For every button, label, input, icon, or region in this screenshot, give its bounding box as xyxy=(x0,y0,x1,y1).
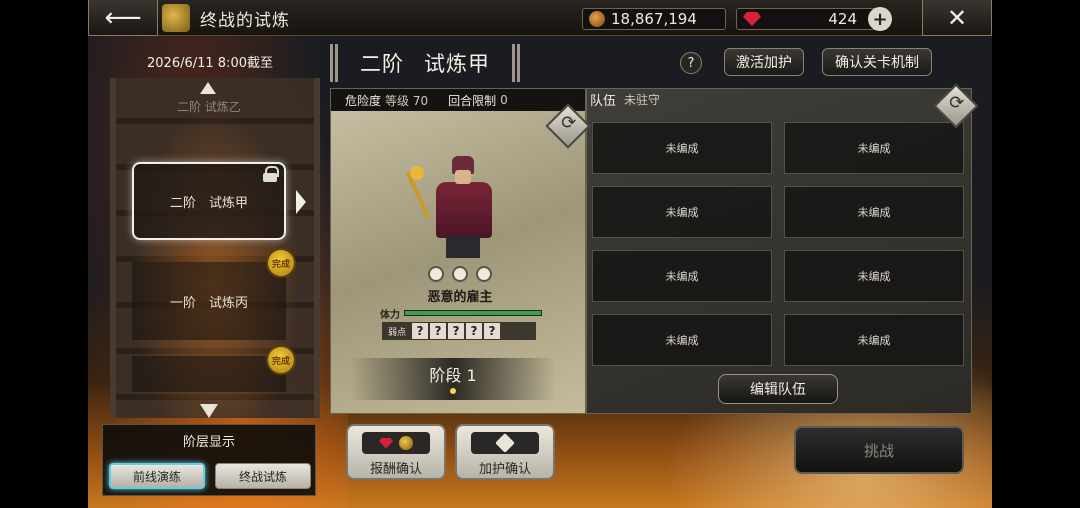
team-slot[interactable]: 未编成 xyxy=(784,186,964,238)
gem-value: 424 xyxy=(828,10,857,28)
edit-team-button[interactable]: 编辑队伍 xyxy=(718,374,838,404)
tab-final-trial[interactable]: 终战试炼 xyxy=(215,463,311,489)
gem-icon xyxy=(743,12,761,26)
boss-face xyxy=(455,170,471,184)
element-icons xyxy=(428,266,492,282)
layer-display-panel: 阶层显示 前线演练 终战试炼 xyxy=(102,424,316,496)
team-slot[interactable]: 未编成 xyxy=(784,314,964,366)
team-label: 队伍 xyxy=(590,93,617,109)
close-button[interactable]: ✕ xyxy=(922,0,992,36)
seal-text: 完成 xyxy=(271,356,290,367)
guard-confirm-button[interactable]: 加护确认 xyxy=(455,424,555,480)
weakness-slot: ? xyxy=(412,323,429,339)
boss-legs xyxy=(446,236,480,258)
layer-display-title: 阶层显示 xyxy=(182,435,235,450)
floor-item[interactable]: 二阶 试炼乙 xyxy=(132,96,286,116)
weakness-slot: ? xyxy=(484,323,501,339)
floor-label: 二阶 试炼甲 xyxy=(169,195,248,211)
tower-emblem-icon xyxy=(162,4,190,32)
gem-icon xyxy=(379,437,393,449)
trial-name: 试炼甲 xyxy=(424,52,490,76)
activate-guard-button[interactable]: 激活加护 xyxy=(724,48,804,76)
team-status: 未驻守 xyxy=(624,92,661,107)
turn-limit-value: 0 xyxy=(500,93,508,107)
reward-icons xyxy=(362,432,430,454)
tab-front-drill[interactable]: 前线演练 xyxy=(109,463,205,489)
gold-counter: 18,867,194 xyxy=(582,8,726,30)
floor-item-selected[interactable]: 二阶 试炼甲 xyxy=(132,162,286,240)
left-letterbox xyxy=(0,0,90,508)
team-slot[interactable]: 未编成 xyxy=(592,122,772,174)
weakness-slot: ? xyxy=(466,323,483,339)
team-slot[interactable]: 未编成 xyxy=(784,250,964,302)
team-slot[interactable]: 未编成 xyxy=(592,314,772,366)
floor-item[interactable]: 一阶 试炼丙 xyxy=(132,262,286,340)
enemy-sprite[interactable] xyxy=(405,150,510,260)
hp-row: 体力 xyxy=(380,306,542,321)
weakness-label: 弱点 xyxy=(388,327,407,338)
back-arrow-icon: ⟵ xyxy=(104,2,142,33)
weakness-slot: ? xyxy=(430,323,447,339)
team-slot[interactable]: 未编成 xyxy=(592,250,772,302)
help-button[interactable]: ? xyxy=(680,52,702,74)
weakness-slot: ? xyxy=(448,323,465,339)
enemy-name: 恶意的雇主 xyxy=(427,290,493,305)
back-button[interactable]: ⟵ xyxy=(88,0,158,36)
hp-label: 体力 xyxy=(380,309,400,321)
page-title: 终战的试炼 xyxy=(200,11,290,31)
cleared-seal-icon: 完成 xyxy=(266,248,296,278)
stage-label: 阶段 1 xyxy=(429,366,477,385)
element-icon xyxy=(428,266,444,282)
check-mechanic-button[interactable]: 确认关卡机制 xyxy=(822,48,932,76)
hp-bar xyxy=(404,310,542,316)
turn-limit-label: 回合限制 xyxy=(448,93,497,108)
selection-pointer-icon xyxy=(296,190,306,214)
scroll-up-icon[interactable] xyxy=(200,82,216,94)
team-slot[interactable]: 未编成 xyxy=(592,186,772,238)
gold-value: 18,867,194 xyxy=(611,10,697,28)
close-icon: ✕ xyxy=(946,3,968,32)
gold-coin-icon xyxy=(589,11,605,27)
stage-page-dot xyxy=(450,388,456,394)
guard-icons xyxy=(471,432,539,454)
lock-icon xyxy=(262,166,279,182)
medal-icon xyxy=(399,436,413,450)
reward-confirm-button[interactable]: 报酬确认 xyxy=(346,424,446,480)
floor-item[interactable] xyxy=(132,356,286,392)
danger-level: 等级 70 xyxy=(385,93,429,108)
gem-counter: 424 xyxy=(736,8,888,30)
team-header: 队伍 未驻守 xyxy=(586,88,972,110)
right-letterbox xyxy=(992,0,1080,508)
hp-fill xyxy=(405,311,541,315)
sword-icon xyxy=(495,433,515,453)
challenge-button[interactable]: 挑战 xyxy=(794,426,964,474)
reward-confirm-label: 报酬确认 xyxy=(369,462,422,477)
seal-text: 完成 xyxy=(271,259,290,270)
cleared-seal-icon: 完成 xyxy=(266,345,296,375)
trial-title: 二阶 试炼甲 xyxy=(330,44,520,82)
enemy-info-bar: 危险度 等级 70 回合限制 0 xyxy=(331,89,585,111)
element-icon xyxy=(476,266,492,282)
trial-rank: 二阶 xyxy=(360,52,404,76)
danger-label: 危险度 xyxy=(345,93,382,108)
scroll-down-icon[interactable] xyxy=(200,404,218,418)
plus-icon: + xyxy=(872,8,888,30)
element-icon xyxy=(452,266,468,282)
guard-confirm-label: 加护确认 xyxy=(478,462,531,477)
boss-coat xyxy=(436,182,492,238)
add-gems-button[interactable]: + xyxy=(868,7,892,31)
team-slot[interactable]: 未编成 xyxy=(784,122,964,174)
stage-indicator: 阶段 1 xyxy=(350,358,556,400)
boss-orb xyxy=(410,166,424,180)
deadline-text: 2026/6/11 8:00截至 xyxy=(147,56,273,71)
weakness-row: 弱点 ? ? ? ? ? xyxy=(382,322,536,340)
